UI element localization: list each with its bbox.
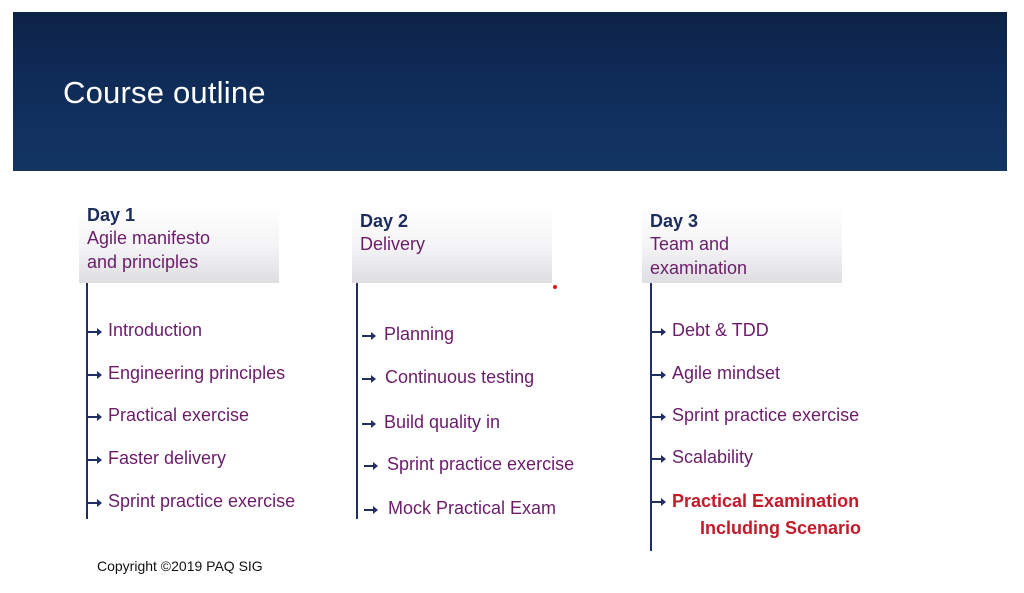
exam-title: Practical Examination: [672, 491, 860, 511]
day1-item: Introduction: [108, 320, 203, 340]
arrow-right-icon: [362, 375, 376, 383]
arrow-right-icon: [364, 506, 378, 514]
arrow-right-icon: [652, 455, 666, 463]
arrow-right-icon: [88, 456, 102, 464]
day1-header: Day 1 Agile manifesto and principles: [79, 203, 279, 283]
arrow-right-icon: [652, 413, 666, 421]
day2-topic: Delivery: [360, 234, 426, 254]
arrow-right-icon: [88, 371, 102, 379]
day2-item: Planning: [384, 324, 455, 344]
day3-item: Agile mindset: [672, 363, 781, 383]
day2-item: Build quality in: [384, 412, 501, 432]
arrow-right-icon: [88, 499, 102, 507]
arrow-right-icon: [88, 413, 102, 421]
copyright-notice: Copyright ©2019 PAQ SIG: [97, 558, 263, 574]
day2-item: Mock Practical Exam: [388, 498, 557, 518]
arrow-right-icon: [88, 328, 102, 336]
day3-item: Sprint practice exercise: [672, 405, 860, 425]
arrow-right-icon: [362, 332, 376, 340]
arrow-right-icon: [364, 462, 378, 470]
day3-item: Debt & TDD: [672, 320, 769, 340]
day1-item: Sprint practice exercise: [108, 491, 296, 511]
day1-item: Engineering principles: [108, 363, 286, 383]
day3-item: Scalability: [672, 447, 754, 467]
day2-timeline: [356, 283, 358, 519]
arrow-right-icon: [652, 328, 666, 336]
red-dot: [553, 285, 557, 289]
arrow-right-icon: [652, 371, 666, 379]
arrow-right-icon: [362, 420, 376, 428]
day1-item: Faster delivery: [108, 448, 227, 468]
day3-header: Day 3 Team and examination: [642, 203, 842, 283]
day2-item: Sprint practice exercise: [387, 454, 575, 474]
exam-subtitle: Including Scenario: [700, 518, 862, 538]
day2-item: Continuous testing: [385, 367, 535, 387]
day1-timeline: [86, 283, 88, 519]
day3-label: Day 3: [650, 211, 699, 231]
day1-topic: Agile manifesto and principles: [87, 228, 211, 272]
day2-label: Day 2: [360, 211, 409, 231]
slide-title: Course outline: [63, 75, 266, 110]
title-banner: Course outline: [13, 12, 1007, 171]
arrow-right-icon: [652, 498, 666, 506]
day3-topic: Team and examination: [650, 234, 748, 278]
day1-item: Practical exercise: [108, 405, 250, 425]
day1-label: Day 1: [87, 205, 136, 225]
day2-header: Day 2 Delivery: [352, 203, 552, 283]
